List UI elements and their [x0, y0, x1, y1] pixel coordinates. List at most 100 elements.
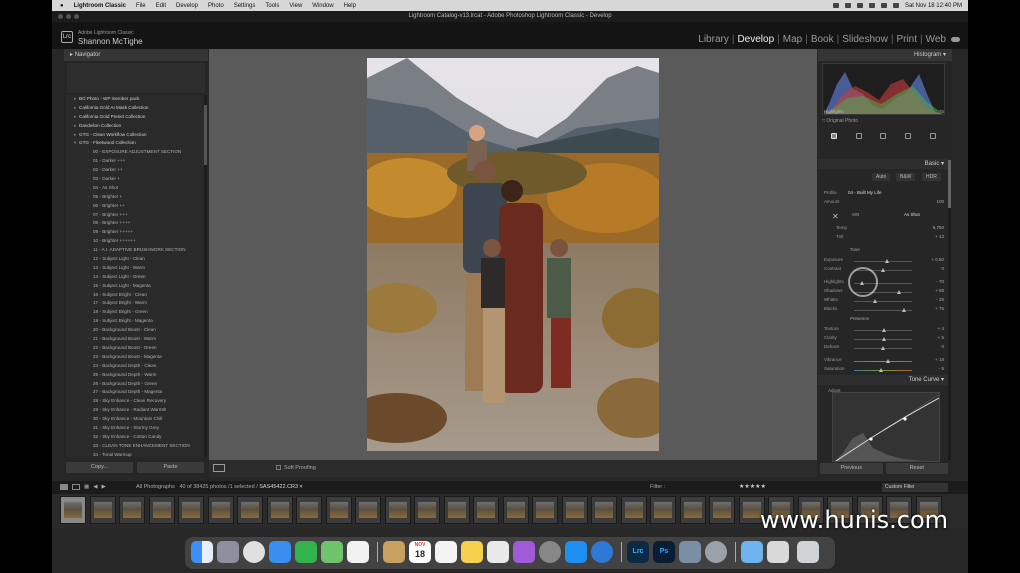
filmstrip-thumbnail[interactable] — [178, 496, 204, 524]
camtasia-icon[interactable] — [591, 541, 613, 563]
preset-item[interactable]: · 26 - Background Depth - Green — [66, 380, 204, 389]
preset-item[interactable]: · 06 - Brighter ++ — [66, 202, 204, 211]
module-web[interactable]: Web — [926, 34, 946, 45]
healing-icon[interactable] — [880, 133, 887, 139]
slider-track[interactable] — [854, 368, 912, 372]
menu-develop[interactable]: Develop — [176, 3, 198, 9]
filmstrip-thumbnail[interactable] — [296, 496, 322, 524]
preset-group[interactable]: ▾ GTG - Fleetwood Collection — [66, 139, 204, 148]
filmstrip-thumbnail[interactable] — [561, 496, 588, 524]
mail-icon[interactable] — [269, 541, 291, 563]
hdr-button[interactable]: HDR — [922, 173, 941, 181]
forward-arrow-icon[interactable]: ▶ — [101, 484, 105, 490]
filmstrip-thumbnail[interactable] — [60, 496, 86, 524]
preset-item[interactable]: · 07 - Brighter +++ — [66, 211, 204, 220]
profile-value[interactable]: 04 - Built My Life — [848, 190, 882, 195]
preset-item[interactable]: · 08 - Brighter ++++ — [66, 219, 204, 228]
filmstrip-thumbnail[interactable] — [591, 496, 617, 524]
module-develop[interactable]: Develop — [737, 34, 774, 45]
module-book[interactable]: Book — [811, 34, 834, 45]
preset-item[interactable]: · 03 - Darker + — [66, 175, 204, 184]
preset-item[interactable]: · 30 - Sky Enhance - Mountain Chill — [66, 415, 204, 424]
lightroom-classic-icon[interactable]: Lrc — [627, 541, 649, 563]
tone-curve-header[interactable]: Tone Curve ▾ — [818, 375, 948, 385]
preset-item[interactable]: · 25 - Background Depth - Warm — [66, 371, 204, 380]
slider-handle[interactable] — [885, 259, 890, 263]
menu-clock[interactable]: Sat Nov 18 12:40 PM — [905, 3, 962, 9]
preset-item[interactable]: · 31 - Sky Enhance - Stormy Grey — [66, 424, 204, 433]
preset-item[interactable]: · 15 - Subject Light - Magenta — [66, 282, 204, 291]
slider-handle[interactable] — [880, 346, 885, 350]
screenshot-icon[interactable] — [705, 541, 727, 563]
slider-track[interactable] — [854, 359, 912, 363]
slider-track[interactable] — [854, 259, 912, 263]
minimize-window-button[interactable] — [66, 14, 71, 19]
filmstrip-thumbnail[interactable] — [620, 496, 647, 524]
preset-item[interactable]: · 27 - Background Depth - Magenta — [66, 388, 204, 397]
preset-item[interactable]: · 13 - Subject Light - Warm — [66, 264, 204, 273]
slider-value[interactable]: + 18 — [935, 357, 944, 362]
preset-item[interactable]: · 16 - Subject Bright - Clean — [66, 291, 204, 300]
menu-settings[interactable]: Settings — [234, 3, 256, 9]
rating-filter[interactable]: ★★★★★ — [739, 483, 766, 490]
wifi-icon[interactable] — [856, 3, 863, 8]
slider-handle[interactable] — [880, 268, 885, 272]
filmstrip-thumbnail[interactable] — [325, 496, 352, 524]
slider-value[interactable]: + 4 — [938, 326, 944, 331]
apple-icon[interactable]: ● — [60, 3, 64, 9]
navigator-preview[interactable] — [67, 63, 205, 93]
menu-edit[interactable]: Edit — [156, 3, 166, 9]
preset-item[interactable]: · 22 - Background Boost - Green — [66, 344, 204, 353]
tint-value[interactable]: + 13 — [935, 234, 944, 239]
preset-item[interactable]: · 12 - Subject Light - Clean — [66, 255, 204, 264]
filmstrip-thumbnail[interactable] — [355, 496, 381, 524]
crop-icon[interactable] — [855, 133, 862, 139]
wb-value[interactable]: As Shot — [904, 212, 920, 217]
slider-value[interactable]: + 58 — [935, 288, 944, 293]
chrome-icon[interactable] — [243, 541, 265, 563]
preset-item[interactable]: · 29 - Sky Enhance - Radiant Warmth — [66, 406, 204, 415]
preset-item[interactable]: · 04 - As Shot — [66, 184, 204, 193]
slider-value[interactable]: + 5 — [938, 335, 944, 340]
slider-handle[interactable] — [901, 308, 906, 312]
custom-filter-select[interactable]: Custom Filter — [882, 483, 948, 492]
tone-curve-graph[interactable] — [832, 392, 940, 462]
filmstrip-thumbnail[interactable] — [148, 496, 175, 524]
scrollbar-thumb[interactable] — [204, 105, 207, 165]
filmstrip-thumbnail[interactable] — [679, 496, 706, 524]
module-library[interactable]: Library — [698, 34, 729, 45]
maps-icon[interactable] — [321, 541, 343, 563]
search-icon[interactable] — [880, 3, 887, 8]
filmstrip-thumbnail[interactable] — [119, 496, 145, 524]
second-window-icon[interactable] — [72, 484, 80, 490]
menu-file[interactable]: File — [136, 3, 146, 9]
filmstrip-thumbnail[interactable] — [443, 496, 470, 524]
module-print[interactable]: Print — [896, 34, 917, 45]
original-photo-checkbox[interactable]: □ Original Photo — [822, 118, 858, 124]
launchpad-icon[interactable] — [217, 541, 239, 563]
preset-item[interactable]: · 33 - CLEAN TONE ENHANCEMENT SECTION — [66, 442, 204, 451]
filmstrip-thumbnail[interactable] — [237, 496, 263, 524]
soft-proofing-checkbox[interactable] — [276, 465, 281, 470]
preset-item[interactable]: · 09 - Brighter +++++ — [66, 228, 204, 237]
preset-group[interactable]: ▸ GTG - Clean Workflow Collection — [66, 131, 204, 140]
histogram-header[interactable]: Histogram ▾ — [818, 49, 952, 61]
filmstrip-source[interactable]: All Photographs 40 of 38425 photos /1 se… — [136, 484, 302, 490]
slider-value[interactable]: - 5 — [939, 366, 944, 371]
preset-group[interactable]: ▸ Dandelion Collection — [66, 122, 204, 131]
main-window-icon[interactable] — [60, 484, 68, 490]
preset-item[interactable]: · 17 - Subject Bright - Warm — [66, 299, 204, 308]
preset-group[interactable]: ▸ California Gold Preset Collection — [66, 113, 204, 122]
app-store-icon[interactable] — [565, 541, 587, 563]
slider-handle[interactable] — [897, 290, 902, 294]
preset-item[interactable]: · 10 - Brighter ++++++ — [66, 237, 204, 246]
filmstrip-thumbnail[interactable] — [473, 496, 499, 524]
preset-item[interactable]: · 18 - Subject Bright - Green — [66, 308, 204, 317]
previous-button[interactable]: Previous — [820, 463, 883, 474]
preset-item[interactable]: · 32 - Sky Enhance - Cotton Candy — [66, 433, 204, 442]
podcasts-icon[interactable] — [513, 541, 535, 563]
zoom-window-button[interactable] — [74, 14, 79, 19]
module-slideshow[interactable]: Slideshow — [842, 34, 888, 45]
preset-item[interactable]: · 05 - Brighter + — [66, 193, 204, 202]
copy-button[interactable]: Copy... — [66, 462, 133, 473]
